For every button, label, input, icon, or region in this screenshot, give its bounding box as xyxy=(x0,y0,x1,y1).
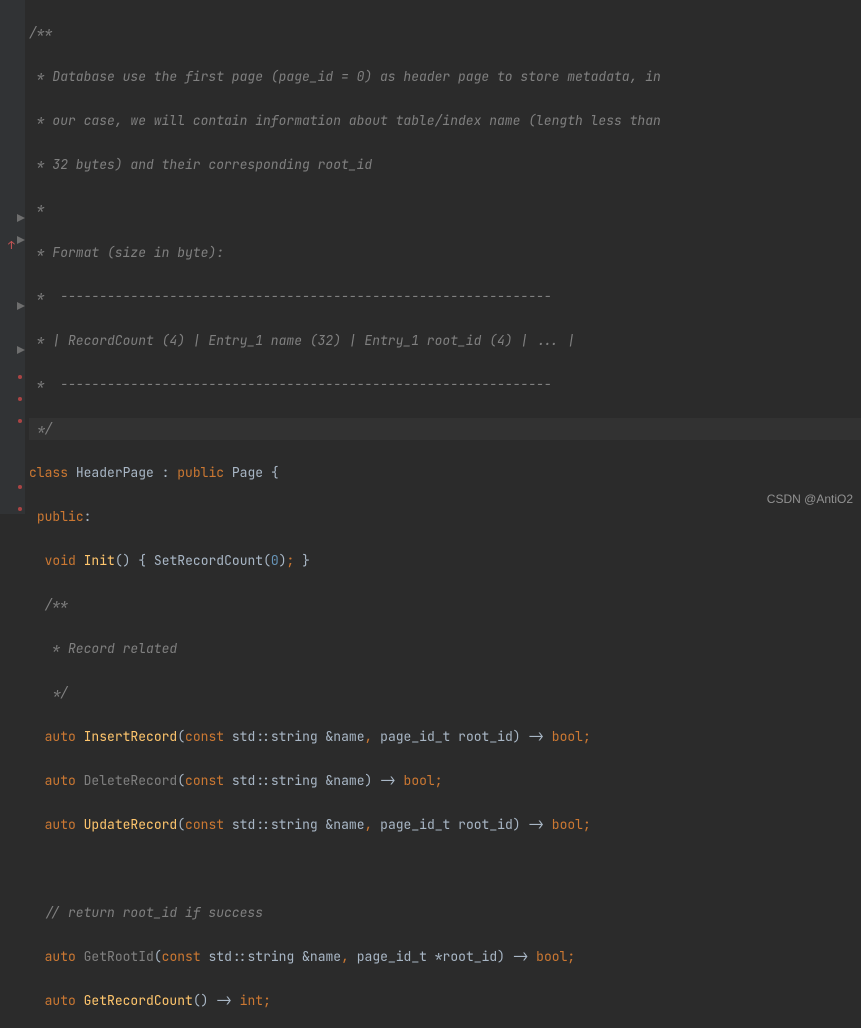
code-line: auto GetRootId(const std::string &name, … xyxy=(29,946,861,968)
code-line: * 32 bytes) and their corresponding root… xyxy=(29,154,861,176)
breakpoint-icon[interactable] xyxy=(18,397,22,401)
code-line: auto InsertRecord(const std::string &nam… xyxy=(29,726,861,748)
code-line: class HeaderPage : public Page { xyxy=(29,462,861,484)
code-line: * --------------------------------------… xyxy=(29,374,861,396)
code-line xyxy=(29,858,861,880)
code-line: public: xyxy=(29,506,861,528)
code-line: * Record related xyxy=(29,638,861,660)
breakpoint-icon[interactable] xyxy=(18,507,22,511)
code-line: /** xyxy=(29,22,861,44)
nav-up-icon[interactable]: ↑ xyxy=(8,235,15,257)
code-line: * --------------------------------------… xyxy=(29,286,861,308)
breakpoint-icon[interactable] xyxy=(18,485,22,489)
code-line: */ xyxy=(29,418,861,440)
code-line: /** xyxy=(29,594,861,616)
code-line: * Database use the first page (page_id =… xyxy=(29,66,861,88)
code-line: * xyxy=(29,198,861,220)
code-line: * our case, we will contain information … xyxy=(29,110,861,132)
code-line: * Format (size in byte): xyxy=(29,242,861,264)
code-line: auto UpdateRecord(const std::string &nam… xyxy=(29,814,861,836)
watermark: CSDN @AntiO2 xyxy=(767,488,853,510)
fold-icon[interactable] xyxy=(17,346,25,354)
code-line: // return root_id if success xyxy=(29,902,861,924)
fold-icon[interactable] xyxy=(17,302,25,310)
code-line: auto DeleteRecord(const std::string &nam… xyxy=(29,770,861,792)
fold-icon[interactable] xyxy=(17,214,25,222)
code-line: void Init() { SetRecordCount(0); } xyxy=(29,550,861,572)
breakpoint-icon[interactable] xyxy=(18,375,22,379)
breakpoint-icon[interactable] xyxy=(18,419,22,423)
code-line: * | RecordCount (4) | Entry_1 name (32) … xyxy=(29,330,861,352)
code-area[interactable]: /** * Database use the first page (page_… xyxy=(25,0,861,1028)
fold-icon[interactable] xyxy=(17,236,25,244)
gutter: ↑ xyxy=(0,0,25,514)
code-line: */ xyxy=(29,682,861,704)
code-line: auto GetRecordCount() -> int; xyxy=(29,990,861,1012)
